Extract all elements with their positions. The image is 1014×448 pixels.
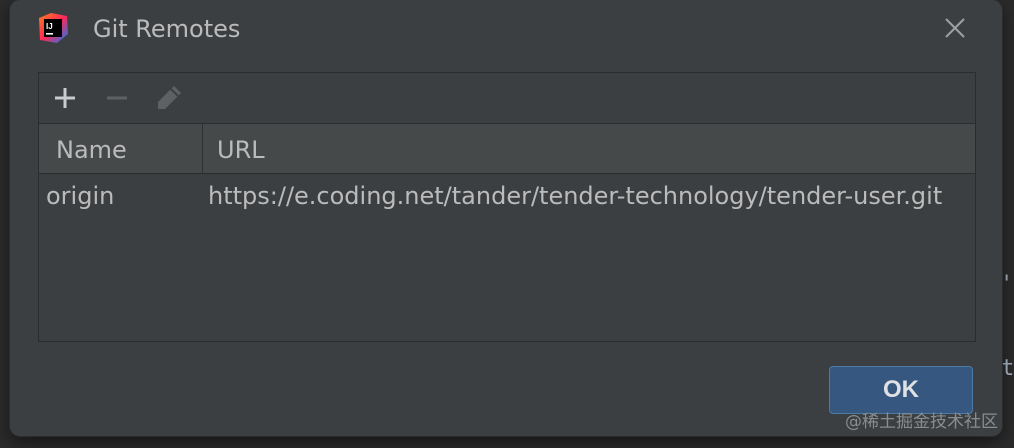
column-header-url[interactable]: URL: [203, 124, 975, 173]
table-row[interactable]: origin https://e.coding.net/tander/tende…: [39, 174, 975, 218]
watermark: @稀土掘金技术社区: [845, 412, 998, 432]
dialog-titlebar[interactable]: IJ Git Remotes: [10, 0, 1002, 58]
remote-name-cell: origin: [46, 182, 115, 210]
minus-icon[interactable]: [101, 82, 133, 114]
background-editor-glyph: t: [1001, 356, 1014, 381]
git-remotes-dialog: IJ Git Remotes Name URL origin https://e…: [10, 0, 1002, 436]
column-header-name[interactable]: Name: [39, 124, 203, 173]
dialog-title: Git Remotes: [93, 15, 241, 43]
table-body: origin https://e.coding.net/tander/tende…: [39, 174, 975, 341]
intellij-idea-icon: IJ: [37, 12, 69, 44]
table-header: Name URL: [39, 124, 975, 174]
svg-text:IJ: IJ: [46, 22, 53, 31]
close-icon[interactable]: [940, 13, 970, 43]
remotes-panel: Name URL origin https://e.coding.net/tan…: [38, 72, 976, 342]
pencil-icon[interactable]: [153, 82, 185, 114]
plus-icon[interactable]: [49, 82, 81, 114]
remote-url-cell: https://e.coding.net/tander/tender-techn…: [208, 182, 943, 210]
screen: ' t IJ Git Remotes Name URL origin https…: [0, 0, 1014, 448]
remotes-toolbar: [39, 73, 975, 124]
